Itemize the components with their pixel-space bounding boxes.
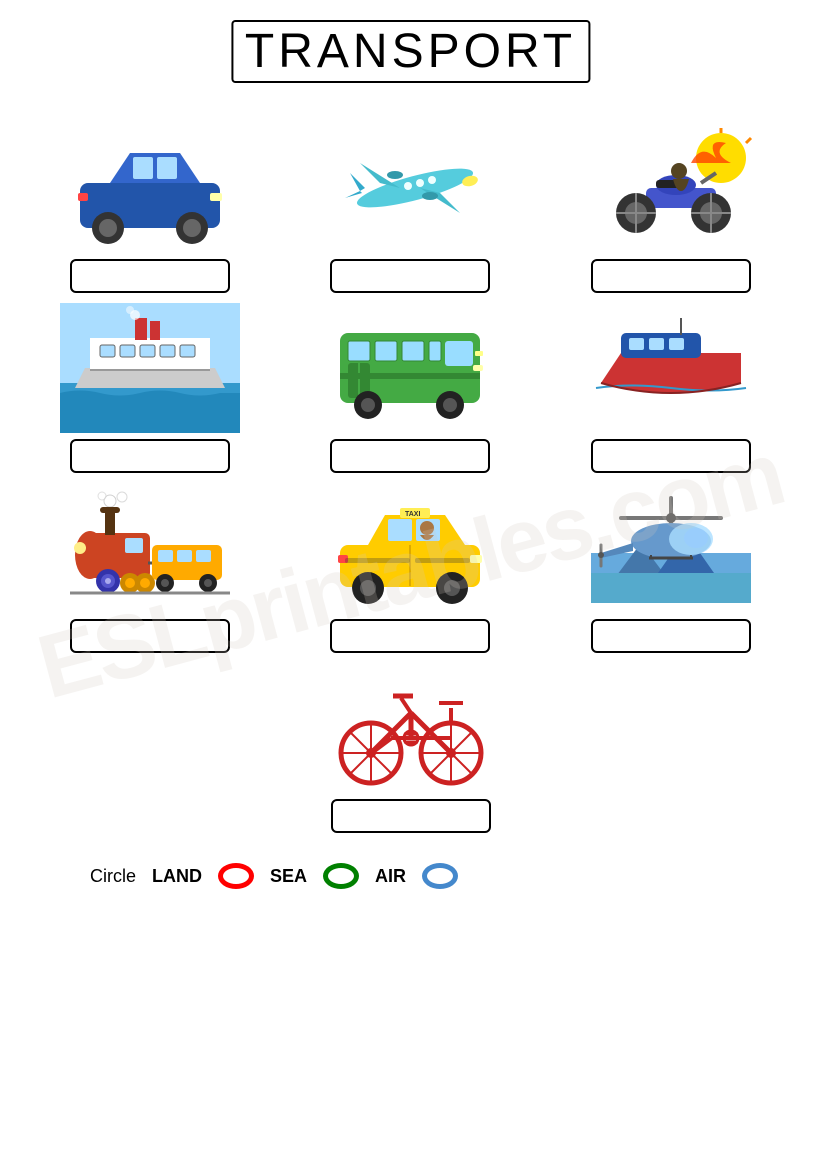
bicycle-image (321, 663, 501, 793)
list-item (30, 483, 270, 653)
legend: Circle LAND SEA AIR (30, 863, 791, 889)
boat-label-box (591, 439, 751, 473)
bus-label-box (330, 439, 490, 473)
page: TRANSPORT ESLprintables.com (0, 0, 821, 1161)
motorcycle-image (581, 123, 761, 253)
airplane-label-box (330, 259, 490, 293)
train-label-box (70, 619, 230, 653)
car-image (60, 123, 240, 253)
helicopter-label-box (591, 619, 751, 653)
taxi-image: TAXI (320, 483, 500, 613)
list-item (290, 303, 530, 473)
legend-instruction: Circle (90, 866, 136, 887)
boat-image (581, 303, 761, 433)
list-item (551, 483, 791, 653)
transport-grid: TAXI (30, 123, 791, 653)
legend-land-circle (218, 863, 254, 889)
list-item (30, 123, 270, 293)
train-image (60, 483, 240, 613)
legend-air-label: AIR (375, 866, 406, 887)
ferry-image (60, 303, 240, 433)
list-item (551, 303, 791, 473)
legend-sea-circle (323, 863, 359, 889)
legend-land-label: LAND (152, 866, 202, 887)
car-label-box (70, 259, 230, 293)
page-title: TRANSPORT (231, 20, 590, 83)
bicycle-label-box (331, 799, 491, 833)
list-item (30, 303, 270, 473)
legend-sea-label: SEA (270, 866, 307, 887)
airplane-image (320, 123, 500, 253)
svg-text:TAXI: TAXI (405, 511, 420, 518)
ferry-label-box (70, 439, 230, 473)
list-item: TAXI (290, 483, 530, 653)
bicycle-row (30, 663, 791, 833)
list-item (551, 123, 791, 293)
legend-air-circle (422, 863, 458, 889)
helicopter-image (581, 483, 761, 613)
list-item (290, 123, 530, 293)
motorcycle-label-box (591, 259, 751, 293)
taxi-label-box (330, 619, 490, 653)
list-item (321, 663, 501, 833)
bus-image (320, 303, 500, 433)
